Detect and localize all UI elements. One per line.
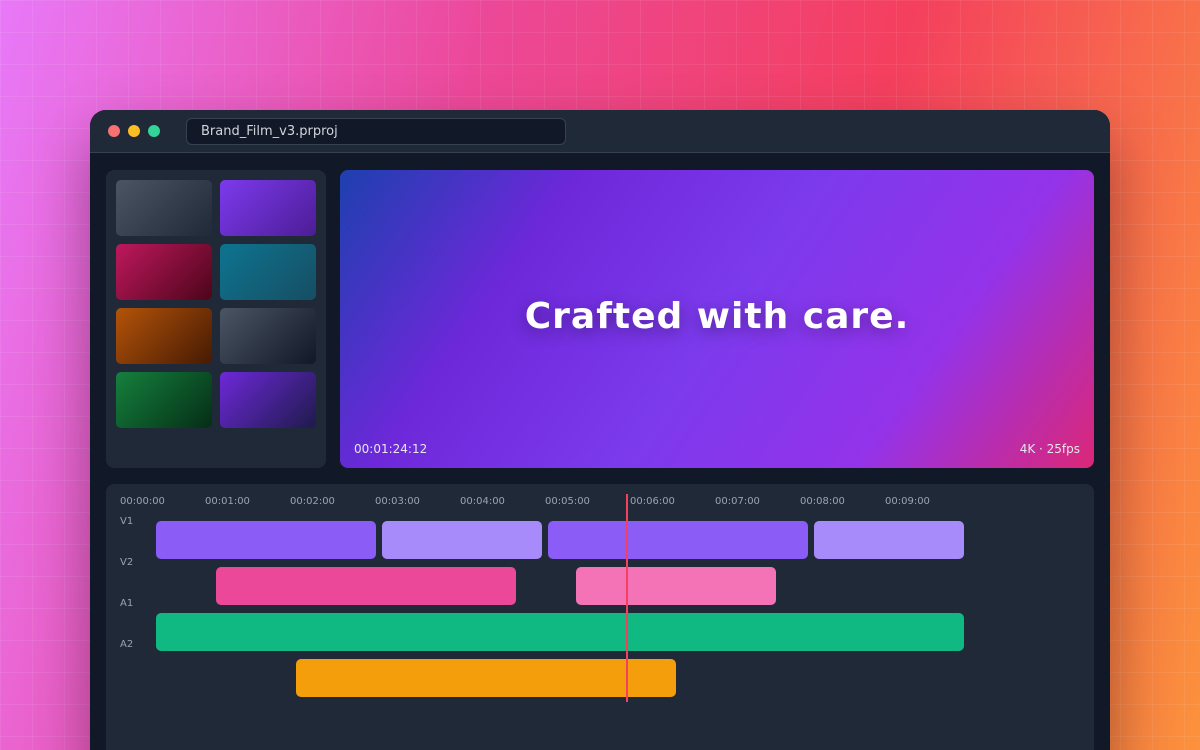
clip-thumbnail[interactable] — [220, 372, 316, 428]
ruler-label: 00:06:00 — [630, 496, 675, 507]
media-bin — [106, 170, 326, 468]
track-label-v1: V1 — [120, 516, 134, 527]
clip-thumbnail[interactable] — [220, 244, 316, 300]
ruler-label: 00:02:00 — [290, 496, 335, 507]
timeline-clip[interactable] — [156, 521, 376, 559]
program-monitor[interactable]: Crafted with care. 00:01:24:12 4K · 25fp… — [340, 170, 1094, 468]
timeline-clip[interactable] — [382, 521, 542, 559]
audio-clip[interactable] — [296, 659, 676, 697]
preview-format: 4K · 25fps — [1019, 442, 1080, 456]
audio-clip[interactable] — [156, 613, 964, 651]
clip-thumbnail[interactable] — [116, 308, 212, 364]
timeline-clip[interactable] — [216, 567, 516, 605]
ruler-label: 00:09:00 — [885, 496, 930, 507]
timeline-clip[interactable] — [548, 521, 808, 559]
ruler-label: 00:01:00 — [205, 496, 250, 507]
maximize-window-button[interactable] — [148, 125, 160, 137]
clip-thumbnail[interactable] — [116, 244, 212, 300]
preview-timecode: 00:01:24:12 — [354, 442, 428, 456]
ruler-label: 00:04:00 — [460, 496, 505, 507]
ruler-label: 00:07:00 — [715, 496, 760, 507]
playhead[interactable] — [626, 494, 628, 702]
clip-thumbnail[interactable] — [116, 372, 212, 428]
ruler-label: 00:08:00 — [800, 496, 845, 507]
ruler-label: 00:03:00 — [375, 496, 420, 507]
track-label-a2: A2 — [120, 639, 134, 650]
track-label-a1: A1 — [120, 598, 134, 609]
close-window-button[interactable] — [108, 125, 120, 137]
editor-window: Brand_Film_v3.prproj Crafted with care. … — [90, 110, 1110, 750]
project-file-tab[interactable]: Brand_Film_v3.prproj — [186, 118, 566, 145]
minimize-window-button[interactable] — [128, 125, 140, 137]
timeline-panel[interactable]: 00:00:00 00:01:00 00:02:00 00:03:00 00:0… — [106, 484, 1094, 750]
ruler-label: 00:05:00 — [545, 496, 590, 507]
track-label-v2: V2 — [120, 557, 134, 568]
title-bar: Brand_Film_v3.prproj — [90, 110, 1110, 153]
clip-thumbnail[interactable] — [116, 180, 212, 236]
preview-title-text: Crafted with care. — [524, 296, 910, 337]
ruler-label: 00:00:00 — [120, 496, 165, 507]
timeline-clip[interactable] — [814, 521, 964, 559]
clip-thumbnail[interactable] — [220, 180, 316, 236]
timeline-clip[interactable] — [576, 567, 776, 605]
clip-thumbnail[interactable] — [220, 308, 316, 364]
